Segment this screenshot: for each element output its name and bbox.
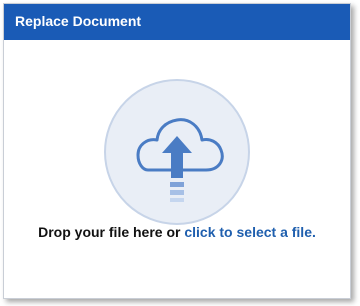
file-drop-zone[interactable]: Drop your file here or click to select a…	[4, 40, 350, 298]
dialog-title: Replace Document	[15, 13, 142, 29]
cloud-upload-icon	[104, 79, 250, 225]
dialog-title-bar: Replace Document	[4, 4, 350, 40]
drop-label: Drop your file here or	[38, 224, 181, 240]
replace-document-dialog: Replace Document Drop your file here or …	[3, 3, 351, 299]
select-file-link[interactable]: click to select a file.	[184, 224, 316, 240]
drop-instructions: Drop your file here or click to select a…	[4, 224, 350, 240]
